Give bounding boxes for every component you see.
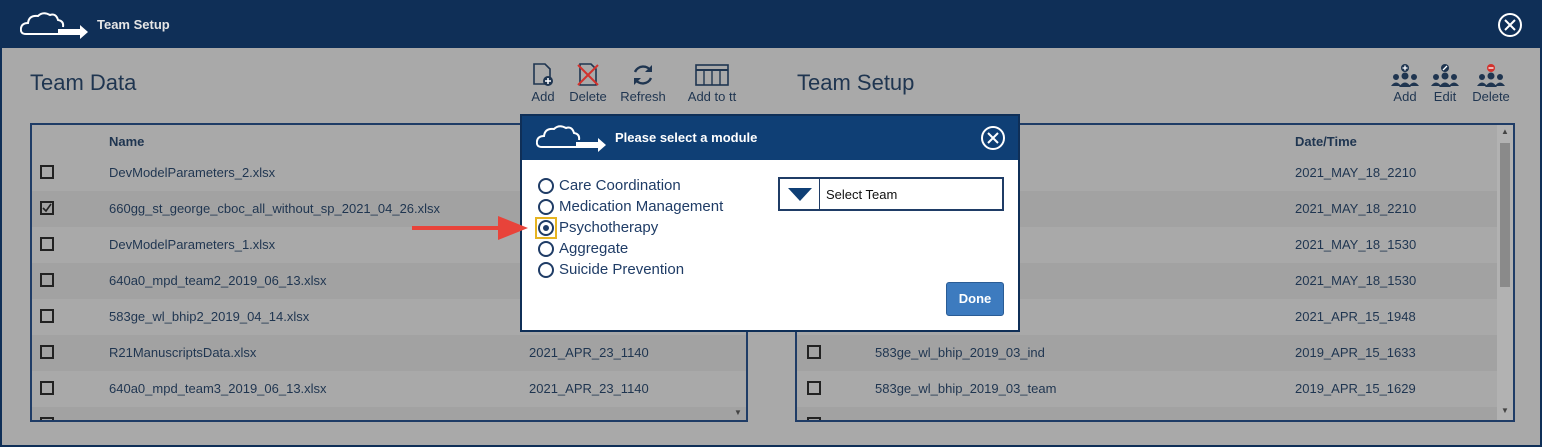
dialog-header: Please select a module (522, 116, 1018, 160)
team-data-title: Team Data (30, 70, 137, 95)
date-cell: 2021_APR_15_1948 (1295, 309, 1416, 324)
table-row[interactable] (32, 407, 746, 420)
scroll-up-arrow-icon[interactable]: ▲ (1501, 127, 1509, 136)
annotation-arrow-icon (412, 216, 528, 240)
refresh-label: Refresh (620, 89, 666, 104)
table-row[interactable]: R21ManuscriptsData.xlsx 2021_APR_23_1140 (32, 335, 746, 371)
window-title: Team Setup (97, 17, 170, 32)
row-checkbox[interactable] (40, 165, 54, 179)
cloud-arrow-logo-icon (536, 125, 606, 152)
add-team-button[interactable]: Add (1388, 64, 1422, 104)
date-cell: 2021_APR_23_1140 (529, 345, 649, 360)
row-checkbox[interactable] (807, 417, 821, 420)
row-checkbox[interactable] (40, 309, 54, 323)
row-checkbox[interactable] (40, 237, 54, 251)
row-checkbox[interactable] (807, 381, 821, 395)
radio-button[interactable] (538, 262, 554, 278)
file-name-cell: 660gg_st_george_cboc_all_without_sp_2021… (109, 201, 441, 216)
add-to-tt-button[interactable]: Add to tt (682, 62, 742, 104)
option-label: Aggregate (559, 240, 629, 257)
add-file-label: Add (531, 89, 555, 104)
add-user-group-icon (1391, 64, 1419, 87)
date-cell: 2021_MAY_18_2210 (1295, 165, 1417, 180)
window-titlebar: Team Setup (2, 2, 1540, 48)
scroll-down-arrow-icon[interactable]: ▼ (734, 408, 742, 417)
delete-user-group-icon (1477, 64, 1505, 87)
dropdown-toggle[interactable] (780, 179, 820, 209)
table-icon (695, 64, 729, 86)
radio-button[interactable] (538, 241, 554, 257)
table-row[interactable]: 583ge_wl_bhip_2019_03_team 2019_APR_15_1… (797, 371, 1513, 407)
delete-file-icon (577, 63, 599, 86)
option-label: Psychotherapy (559, 219, 659, 236)
date-cell: 2019_APR_15_1633 (1295, 345, 1416, 360)
edit-team-button[interactable]: Edit (1430, 64, 1460, 104)
date-cell: 2021_MAY_18_1530 (1295, 237, 1417, 252)
date-cell: 2021_MAY_18_1530 (1295, 273, 1417, 288)
option-label: Medication Management (559, 198, 724, 215)
delete-file-label: Delete (569, 89, 607, 104)
radio-button-selected[interactable] (538, 220, 554, 236)
radio-button[interactable] (538, 199, 554, 215)
edit-team-label: Edit (1433, 89, 1457, 104)
row-checkbox[interactable] (40, 273, 54, 287)
add-to-tt-label: Add to tt (687, 89, 737, 104)
option-label: Suicide Prevention (559, 261, 685, 278)
file-name-cell: 640a0_mpd_team3_2019_06_13.xlsx (109, 381, 327, 396)
table-row[interactable]: 583ge_wl_bhip_2019_03_ind 2019_APR_15_16… (797, 335, 1513, 371)
row-checkbox[interactable] (40, 417, 54, 420)
date-cell: 2021_APR_23_1140 (529, 381, 649, 396)
team-name-cell: 583ge_wl_bhip_2019_03_ind (875, 345, 1045, 360)
add-team-label: Add (1393, 89, 1417, 104)
add-file-button[interactable]: Add (529, 62, 557, 104)
chevron-down-icon (788, 188, 812, 201)
option-label: Care Coordination (559, 177, 681, 194)
delete-team-label: Delete (1472, 89, 1510, 104)
select-team-dropdown[interactable]: Select Team (778, 177, 1004, 211)
refresh-button[interactable]: Refresh (620, 62, 666, 104)
cloud-arrow-logo-icon (20, 12, 88, 39)
radio-button[interactable] (538, 178, 554, 194)
team-setup-title: Team Setup (797, 70, 915, 95)
done-button[interactable]: Done (946, 282, 1004, 316)
edit-user-group-icon (1431, 64, 1459, 87)
row-checkbox[interactable] (40, 345, 54, 359)
row-checkbox[interactable] (40, 381, 54, 395)
window-close-icon[interactable] (1496, 11, 1524, 39)
scroll-down-arrow-icon[interactable]: ▼ (1501, 406, 1509, 415)
team-setup-scrollbar[interactable]: ▲ ▼ (1497, 125, 1513, 420)
row-checkbox-checked[interactable] (40, 201, 54, 215)
delete-team-button[interactable]: Delete (1470, 64, 1512, 104)
team-name-cell: 583ge_wl_bhip_2019_03_team (875, 381, 1057, 396)
add-file-icon (533, 63, 553, 86)
date-cell: 2021_MAY_18_2210 (1295, 201, 1417, 216)
file-name-cell: R21ManuscriptsData.xlsx (109, 345, 257, 360)
scrollbar-thumb[interactable] (1500, 143, 1510, 287)
row-checkbox[interactable] (807, 345, 821, 359)
checkmark-icon (42, 203, 52, 213)
refresh-icon (633, 65, 653, 85)
select-team-value: Select Team (826, 187, 898, 202)
file-name-cell: DevModelParameters_2.xlsx (109, 165, 276, 180)
select-module-dialog: Please select a module Care Coordination… (520, 114, 1020, 332)
table-row[interactable]: 640a0_mpd_team3_2019_06_13.xlsx 2021_APR… (32, 371, 746, 407)
dialog-close-icon[interactable] (979, 124, 1007, 152)
delete-file-button[interactable]: Delete (568, 62, 608, 104)
file-name-cell: DevModelParameters_1.xlsx (109, 237, 276, 252)
file-name-cell: 640a0_mpd_team2_2019_06_13.xlsx (109, 273, 327, 288)
file-name-cell: 583ge_wl_bhip2_2019_04_14.xlsx (109, 309, 310, 324)
date-cell: 2019_APR_15_1629 (1295, 381, 1416, 396)
dialog-title: Please select a module (615, 130, 758, 145)
table-row[interactable] (797, 407, 1513, 420)
